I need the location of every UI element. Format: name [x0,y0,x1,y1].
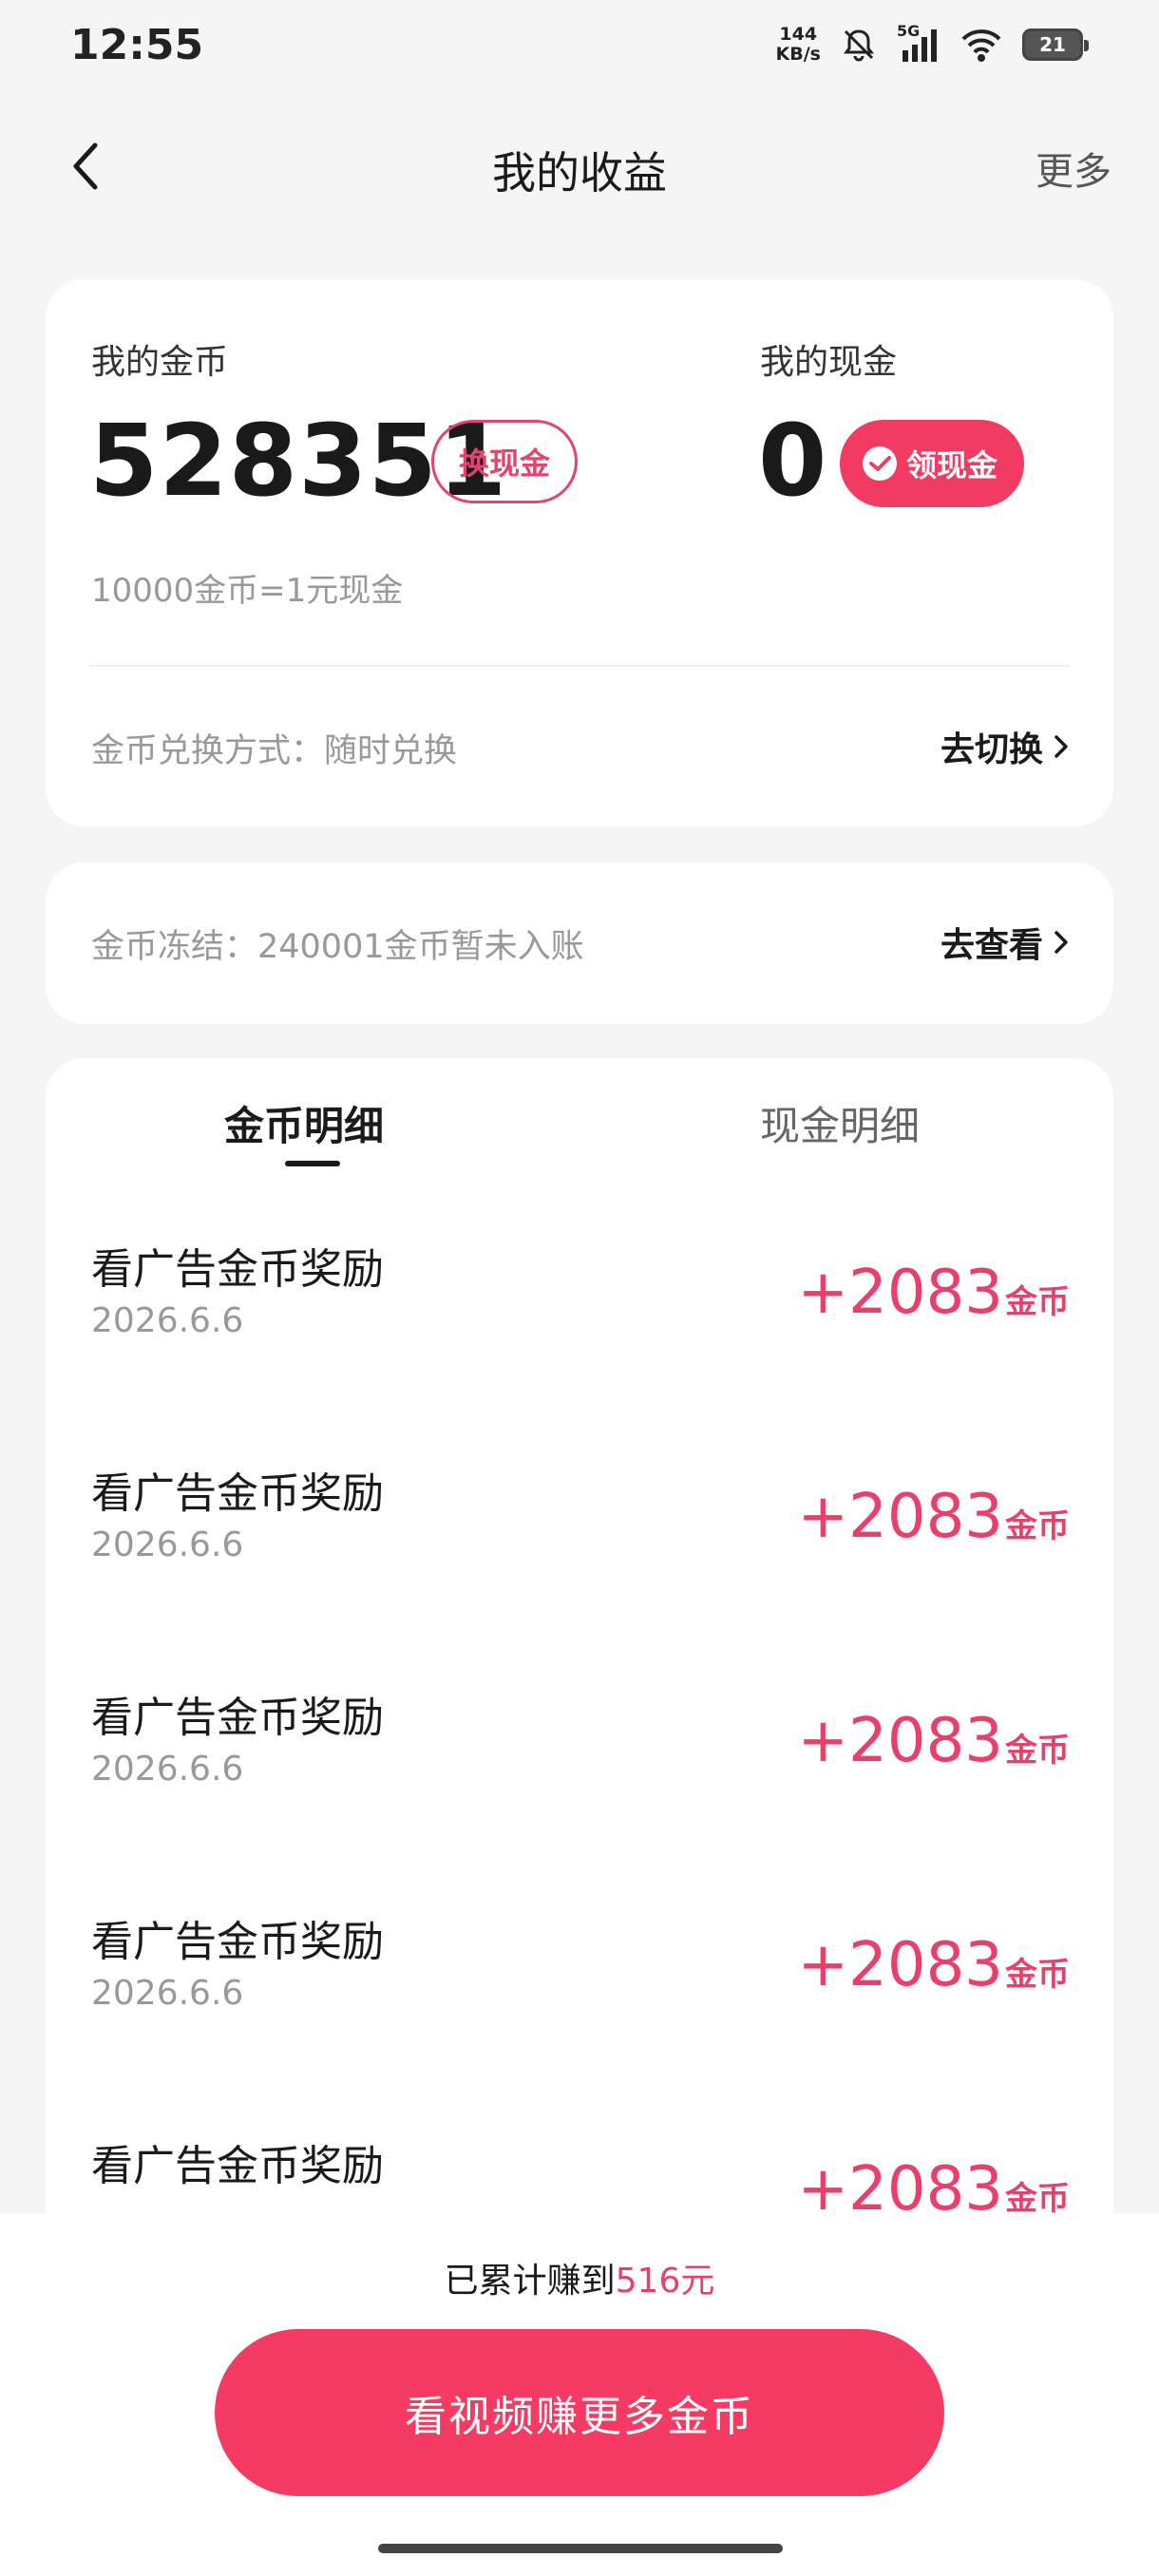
record-amount-value: +2083 [797,1706,1004,1776]
status-icons: 144 KB/s 5G 21 [776,21,1089,68]
record-date: 2026.6.6 [91,1750,244,1789]
home-indicator[interactable] [378,2544,783,2553]
frozen-coins-card: 金币冻结：240001金币暂未入账 去查看 [46,862,1113,1024]
record-amount-value: +2083 [797,1482,1004,1552]
record-title: 看广告金币奖励 [91,1918,384,1966]
battery-level: 21 [1039,33,1066,56]
record-date: 2026.6.6 [91,1974,244,2013]
record-title: 看广告金币奖励 [91,1469,384,1518]
total-earned-amount: 516元 [615,2262,715,2301]
wifi-icon [961,29,1001,62]
bell-muted-icon [844,29,874,62]
net-speed-unit: KB/s [775,44,821,65]
bottom-bar: 已累计赚到516元 看视频赚更多金币 [0,2213,1159,2576]
status-time: 12:55 [70,21,204,69]
list-item: 看广告金币奖励 2026.6.6 +2083 金币 [46,1683,1113,1907]
record-title: 看广告金币奖励 [91,1694,384,1742]
list-item: 看广告金币奖励 2026.6.6 +2083 金币 [46,1459,1113,1683]
chevron-right-icon [1054,735,1068,758]
net-speed-value: 144 [779,24,818,45]
record-date: 2026.6.6 [91,1525,244,1564]
record-amount-unit: 金币 [1005,2180,1070,2218]
coins-label: 我的金币 [91,343,229,382]
signal-icon: 5G [897,22,940,64]
record-title: 看广告金币奖励 [91,2142,384,2190]
record-amount: +2083 金币 [798,1930,1071,2000]
list-item: 看广告金币奖励 2026.6.6 +2083 金币 [46,1235,1113,1459]
record-amount: +2083 金币 [798,1706,1071,1776]
record-amount-unit: 金币 [1005,1507,1070,1545]
switch-mode-label: 去切换 [940,730,1043,769]
tab-indicator [285,1161,340,1166]
withdraw-cash-button[interactable]: 领现金 [840,420,1025,507]
view-frozen-label: 去查看 [940,926,1043,965]
more-button[interactable]: 更多 [1036,141,1112,196]
frozen-coins-text: 金币冻结：240001金币暂未入账 [91,928,584,966]
balance-card: 我的金币 528351 换现金 我的现金 0 领现金 10000金币=1元现金 … [46,279,1113,826]
exchange-mode: 金币兑换方式：随时兑换 [91,732,458,770]
record-amount: +2083 金币 [798,1482,1071,1552]
record-title: 看广告金币奖励 [91,1245,384,1294]
record-amount-value: +2083 [797,1258,1004,1328]
record-amount-unit: 金币 [1005,1283,1070,1321]
net-speed: 144 KB/s [776,25,821,65]
record-amount: +2083 金币 [798,1258,1071,1328]
exchange-cash-button[interactable]: 换现金 [431,420,579,503]
record-date: 2026.6.6 [91,1301,244,1340]
divider [89,665,1070,667]
cash-value: 0 [758,403,827,519]
cash-label: 我的现金 [760,343,898,382]
total-earned: 已累计赚到516元 [0,2253,1159,2302]
list-item: 看广告金币奖励 2026.6.6 +2083 金币 [46,1907,1113,2131]
wechat-icon [863,446,897,481]
chevron-right-icon [1054,931,1068,954]
switch-mode-link[interactable]: 去切换 [940,722,1070,771]
watch-video-button[interactable]: 看视频赚更多金币 [215,2329,944,2496]
total-earned-prefix: 已累计赚到 [444,2262,616,2301]
record-amount-unit: 金币 [1005,1956,1070,1994]
network-type: 5G [897,22,921,40]
exchange-rate: 10000金币=1元现金 [91,572,404,610]
tab-cash-details[interactable]: 现金明细 [760,1094,920,1152]
record-amount-value: +2083 [797,1930,1004,2000]
tab-coin-details[interactable]: 金币明细 [224,1094,384,1152]
withdraw-cash-label: 领现金 [906,447,998,483]
battery-icon: 21 [1022,28,1089,61]
view-frozen-link[interactable]: 去查看 [940,918,1070,967]
record-amount-unit: 金币 [1005,1732,1070,1770]
page-title: 我的收益 [492,147,667,199]
